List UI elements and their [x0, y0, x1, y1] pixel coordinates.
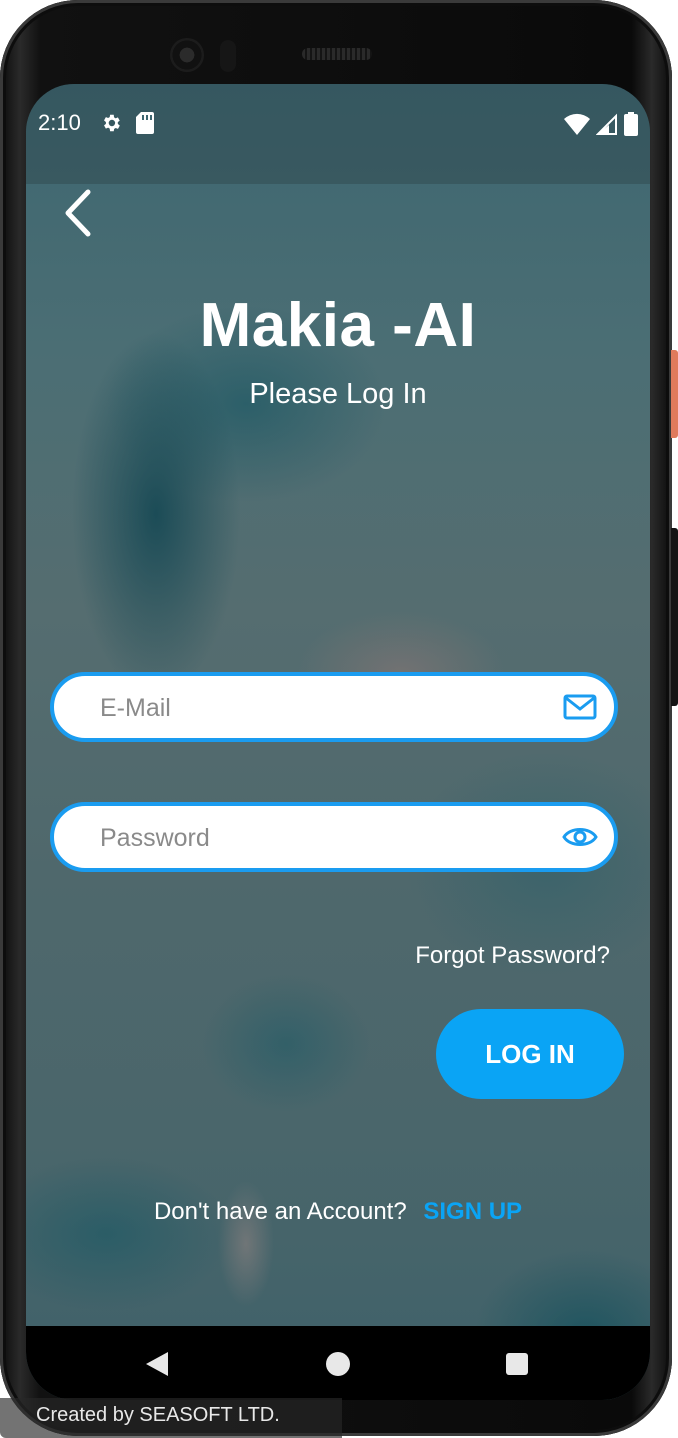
sd-card-icon: [136, 112, 154, 134]
eye-icon[interactable]: [562, 820, 598, 854]
forgot-password-link[interactable]: Forgot Password?: [415, 942, 610, 970]
side-button-power: [671, 350, 678, 438]
mail-icon: [563, 694, 597, 720]
password-field[interactable]: [50, 802, 618, 872]
front-camera: [170, 38, 204, 72]
sensor: [220, 40, 236, 72]
watermark: Created by SEASOFT LTD.: [0, 1398, 342, 1438]
signup-prompt: Don't have an Account?: [153, 1198, 407, 1225]
page-subtitle: Please Log In: [249, 378, 427, 410]
email-input[interactable]: [98, 676, 542, 740]
screen: 2:10 Makia -AI Please Log In E-Mail Forg…: [26, 84, 650, 1400]
battery-icon: [624, 112, 638, 136]
login-button[interactable]: LOG IN: [436, 1009, 624, 1099]
side-button-volume: [671, 528, 678, 706]
gear-icon: [104, 114, 120, 132]
password-input[interactable]: [98, 806, 542, 870]
triangle-back-icon[interactable]: [146, 1352, 168, 1376]
status-bar: 2:10: [26, 84, 650, 184]
status-time: 2:10: [38, 110, 81, 135]
square-recents-icon[interactable]: [506, 1353, 528, 1375]
wifi-icon: [564, 113, 590, 135]
email-field[interactable]: [50, 672, 618, 742]
status-icons: [564, 112, 638, 136]
signal-icon: [596, 113, 617, 135]
signup-row: Don't have an Account? SIGN UP: [26, 1198, 650, 1226]
system-nav-bar: [26, 1326, 650, 1400]
earpiece-speaker: [302, 48, 372, 60]
phone-frame: 2:10 Makia -AI Please Log In E-Mail Forg…: [0, 0, 672, 1436]
app-title: Makia -AI: [199, 291, 477, 360]
signup-link[interactable]: SIGN UP: [423, 1198, 522, 1225]
watermark-text: Created by SEASOFT LTD.: [36, 1404, 280, 1426]
circle-home-icon[interactable]: [326, 1352, 350, 1376]
chevron-left-icon[interactable]: [60, 188, 96, 238]
